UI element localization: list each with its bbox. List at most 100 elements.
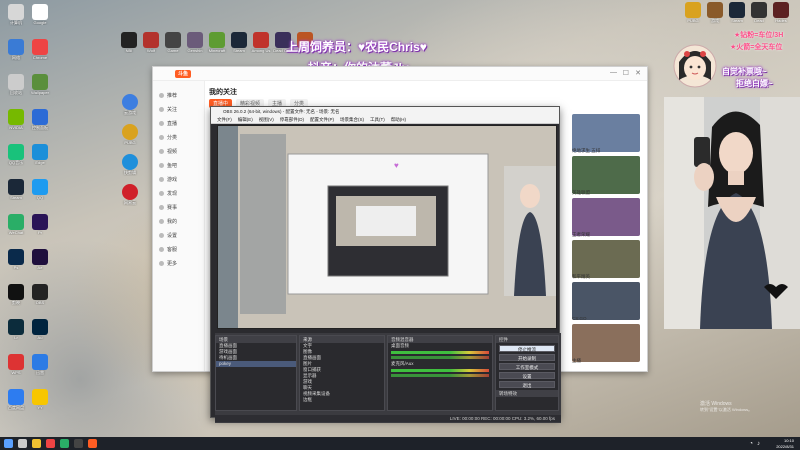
audio-level-meter [391,351,489,354]
sidebar-item[interactable]: 游戏 [159,175,177,183]
desktop-icon[interactable]: 迅雷 [26,354,54,376]
desktop-icon[interactable]: Au [26,319,54,340]
chrome-icon[interactable] [46,439,55,448]
sidebar-item[interactable]: 推荐 [159,91,177,99]
desktop-icon[interactable]: Wallpaper [26,74,54,95]
app-icon [8,74,24,90]
desktop-icon-label: NBI [125,48,133,53]
sidebar-item[interactable]: 关注 [159,105,177,113]
desktop-icon[interactable]: NBI [118,32,140,53]
desktop-icon[interactable]: Pr [26,214,54,235]
app-icon [8,214,24,230]
obs-menu-item[interactable]: 文件(F) [217,116,232,123]
desktop-icon[interactable]: Google [26,4,54,25]
app-icon [32,214,48,230]
recommend-card-thumbnail[interactable] [572,324,640,362]
desktop-icon[interactable]: 控制面板 [26,109,54,131]
recommend-card-thumbnail[interactable] [572,282,640,320]
recommend-card-thumbnail[interactable] [572,240,640,278]
window-minimize-icon[interactable]: — [610,69,617,76]
desktop-icon-label: Dead [754,18,764,23]
app-icon [32,249,48,265]
file-explorer-icon[interactable] [32,439,41,448]
obs-menu-item[interactable]: 配置文件(P) [310,116,334,123]
window-close-icon[interactable]: ✕ [635,69,641,77]
obs-control-button[interactable]: 设置 [499,372,555,379]
desktop-icon[interactable]: Dead [748,2,770,23]
sidebar-item[interactable]: 发现 [159,189,177,197]
sidebar-item[interactable]: 我的 [159,217,177,225]
recommend-card-thumbnail[interactable] [572,114,640,152]
search-icon[interactable] [18,439,27,448]
app-icon [32,74,48,90]
obs-control-button[interactable]: 工作室模式 [499,363,555,370]
sidebar-item[interactable]: 直播 [159,119,177,127]
douyu-icon[interactable] [88,439,97,448]
obs-menu-item[interactable]: 视图(V) [259,116,274,123]
scene-item[interactable]: pokey [216,361,296,367]
desktop-icon[interactable]: Steam [726,2,748,23]
sidebar-item-icon [159,246,164,252]
sidebar-item[interactable]: 分类 [159,133,177,141]
desktop-icon-label: Edge [35,160,45,165]
obs-menubar: 文件(F) 编辑(E) 视图(V) 停靠部件(D) 配置文件(P) 场景集合(S) 工具(T… [211,116,559,124]
wechat-icon[interactable] [60,439,69,448]
desktop-icon-label: Wolf [147,48,155,53]
overlay-gift1-text: ★钻粉=车位/3H [734,32,784,39]
volume-icon[interactable]: ♪ [757,441,760,447]
desktop-icon[interactable]: Ae [26,249,54,270]
taskbar-clock[interactable]: 10:10 2022/8/31 [776,437,794,450]
desktop-icon-label: Google [33,20,47,25]
desktop-icon[interactable]: QQ [26,179,54,200]
sidebar-item-label: 视频 [167,148,178,155]
obs-menu-item[interactable]: 编辑(E) [238,116,253,123]
desktop-icon[interactable]: Hades [770,2,792,23]
obs-icon[interactable] [74,439,83,448]
obs-control-button[interactable]: 开始录制 [499,354,555,361]
sidebar-item[interactable]: 更多 [159,259,177,267]
desktop-icon[interactable]: OBS [26,284,54,305]
obs-preview-canvas[interactable]: ♥ [217,125,557,329]
start-icon[interactable] [4,439,13,448]
sidebar-item[interactable]: 赛事 [159,203,177,211]
desktop-icon[interactable]: Edge [26,144,54,165]
sidebar-item[interactable]: 设置 [159,231,177,239]
sidebar-item[interactable]: 鱼吧 [159,161,177,169]
obs-menu-item[interactable]: 帮助(H) [391,116,406,123]
sidebar-item[interactable]: 客服 [159,245,177,253]
desktop-icon[interactable]: PUBG [116,124,144,145]
recommend-card-label: 英雄联盟 [572,190,590,195]
source-item[interactable]: 边框 [300,397,384,403]
desktop-icon[interactable]: 网易云 [116,184,144,206]
desktop-icon[interactable]: Genshin [184,32,206,53]
sidebar-item[interactable]: 视频 [159,147,177,155]
desktop-icon[interactable]: Steam [228,32,250,53]
recommend-card-thumbnail[interactable] [572,198,640,236]
sidebar-item-icon [159,134,164,140]
desktop-icon-label: PUBG [687,18,699,23]
desktop-icon[interactable]: PUBG [682,2,704,23]
window-maximize-icon[interactable]: ☐ [623,69,629,77]
desktop-icon[interactable]: YY [26,389,54,410]
desktop-icon[interactable]: 游戏 [704,2,726,24]
obs-docks: 场景 直播画面 游戏画面 待机画面 pokey 来源 文字 图像 直播画面 图片 窗口捕获 显示… [215,333,561,423]
desktop-icon-label: 游戏 [711,18,719,23]
page-title: 我的关注 [209,89,237,96]
desktop-icon[interactable]: Chrome [26,39,54,60]
desktop-icon[interactable]: 快剪辑 [116,154,144,176]
obs-menu-item[interactable]: 场景集合(S) [340,116,364,123]
desktop-icon[interactable]: 云游戏 [116,94,144,116]
network-icon[interactable]: ◔ [749,441,753,447]
sidebar-item-icon [159,92,164,98]
desktop-icon-label: 迅雷 [36,370,44,375]
obs-control-button[interactable]: 停止推流 [499,345,555,352]
obs-menu-item[interactable]: 停靠部件(D) [280,116,304,123]
desktop-icon[interactable]: Minecraft [206,32,228,53]
desktop-icon[interactable]: Among Us [250,32,272,53]
recommend-card-thumbnail[interactable] [572,156,640,194]
douyu-logo[interactable]: 斗鱼 [175,70,191,78]
obs-menu-item[interactable]: 工具(T) [370,116,385,123]
desktop-icon[interactable]: Wolf [140,32,162,53]
obs-control-button[interactable]: 退出 [499,381,555,388]
desktop-icon[interactable]: Game [162,32,184,53]
